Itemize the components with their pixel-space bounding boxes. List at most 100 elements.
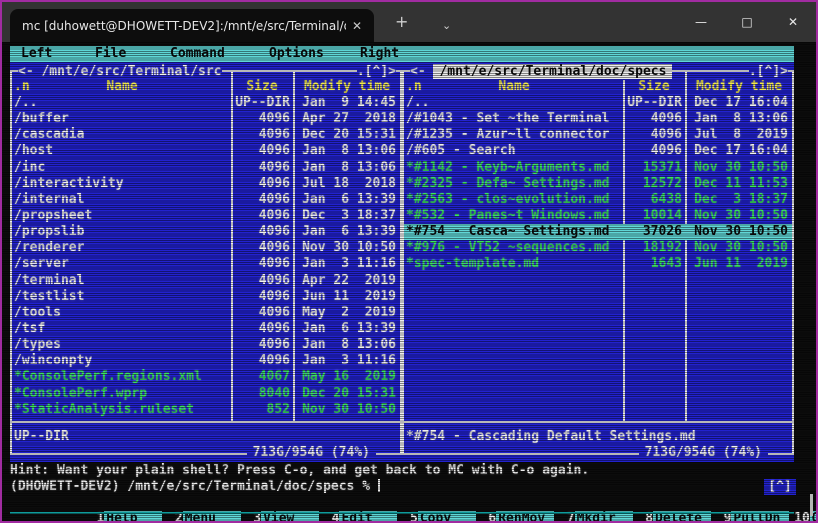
- file-row[interactable]: /cascadia 4096 Dec 20 15:31: [12, 127, 400, 143]
- function-key-button[interactable]: 5 Copy: [324, 495, 476, 521]
- file-row[interactable]: /tsf 4096 Jan 6 13:39: [12, 321, 400, 337]
- left-panel-header[interactable]: <- /mnt/e/src/Terminal/src: [18, 64, 222, 80]
- column-header-name[interactable]: Name: [404, 79, 624, 95]
- right-panel-header[interactable]: <- /mnt/e/src/Terminal/doc/specs: [410, 64, 673, 80]
- file-size: 4096: [258, 272, 290, 288]
- file-row[interactable]: /#1235 - Azur~ll connector 4096 Jul 8 20…: [404, 127, 792, 143]
- function-key-button[interactable]: 8 Delete: [559, 495, 712, 521]
- file-mtime: Jan 8 13:06: [694, 111, 788, 127]
- file-mtime: Dec 17 16:04: [694, 143, 788, 159]
- prompt-text: (DHOWETT-DEV2) /mnt/e/src/Terminal/doc/s…: [10, 479, 378, 494]
- file-row[interactable]: /#605 - Search 4096 Dec 17 16:04: [404, 143, 792, 159]
- function-key-button[interactable]: 6 RenMov: [402, 495, 555, 521]
- file-name: /renderer: [14, 240, 85, 256]
- left-panel-status: UP--DIR: [14, 429, 69, 444]
- close-button[interactable]: ✕: [770, 2, 816, 42]
- file-size: 4096: [258, 320, 290, 336]
- panel-back-arrow[interactable]: <-: [410, 64, 433, 79]
- hint-line: Hint: Want your plain shell? Press C-o, …: [10, 463, 590, 478]
- menu-item[interactable]: Left: [21, 46, 52, 62]
- maximize-button[interactable]: □: [724, 2, 770, 42]
- new-tab-button[interactable]: +: [395, 12, 408, 32]
- file-mtime: Apr 22 2019: [302, 272, 396, 288]
- file-name: /..: [406, 95, 430, 110]
- terminal-window: mc [duhowett@DHOWETT-DEV2]:/mnt/e/src/Te…: [0, 0, 818, 523]
- file-mtime: Dec 3 18:37: [302, 207, 396, 223]
- file-row[interactable]: /host 4096 Jan 8 13:06: [12, 143, 400, 159]
- file-row[interactable]: /internal 4096 Jan 6 13:39: [12, 192, 400, 208]
- file-row[interactable]: /testlist 4096 Jun 11 2019: [12, 289, 400, 305]
- file-row[interactable]: *spec-template.md 1643 Jun 11 2019: [404, 256, 792, 272]
- file-row[interactable]: /buffer 4096 Apr 27 2018: [12, 111, 400, 127]
- function-key-button[interactable]: 3 View: [167, 495, 320, 521]
- menu-item[interactable]: Command: [170, 46, 225, 62]
- bottom-accent-line: [10, 512, 794, 514]
- function-key-button[interactable]: 7 Mkdir: [480, 495, 633, 521]
- file-row[interactable]: /winconpty 4096 Jan 3 11:16: [12, 353, 400, 369]
- file-size: 1643: [650, 256, 682, 272]
- file-mtime: Jan 6 13:39: [302, 224, 396, 240]
- minimize-button[interactable]: —: [678, 2, 724, 42]
- menu-item[interactable]: Options: [269, 46, 324, 62]
- shell-prompt[interactable]: (DHOWETT-DEV2) /mnt/e/src/Terminal/doc/s…: [10, 479, 380, 495]
- right-panel-header-controls[interactable]: .[^]>: [748, 64, 788, 80]
- file-row[interactable]: /propsheet 4096 Dec 3 18:37: [12, 208, 400, 224]
- scrollbar-thumb[interactable]: [810, 494, 813, 516]
- left-disk-usage: 713G/954G (74%): [246, 444, 376, 461]
- file-row[interactable]: *#532 - Panes~t Windows.md 10014 Nov 30 …: [404, 208, 792, 224]
- left-panel-header-controls[interactable]: .[^]>: [356, 64, 396, 80]
- column-header-mtime[interactable]: Modify time: [686, 79, 792, 95]
- terminal-tab[interactable]: mc [duhowett@DHOWETT-DEV2]:/mnt/e/src/Te…: [10, 9, 374, 42]
- left-panel: <- /mnt/e/src/Terminal/src .[^]> .n Name…: [10, 64, 402, 461]
- file-row[interactable]: /terminal 4096 Apr 22 2019: [12, 273, 400, 289]
- file-mtime: Jan 6 13:39: [302, 320, 396, 336]
- column-header-size[interactable]: Size: [624, 79, 684, 95]
- file-row[interactable]: *StaticAnalysis.ruleset 852 Nov 30 10:50: [12, 402, 400, 418]
- file-mtime: Jul 18 2018: [302, 175, 396, 191]
- tab-dropdown-icon[interactable]: ⌄: [442, 16, 451, 36]
- panel-back-arrow[interactable]: <-: [18, 64, 41, 79]
- function-key-button[interactable]: 1 Help: [10, 495, 163, 521]
- file-row[interactable]: /types 4096 Jan 8 13:06: [12, 337, 400, 353]
- file-row[interactable]: /interactivity 4096 Jul 18 2018: [12, 176, 400, 192]
- file-name: /interactivity: [14, 175, 124, 191]
- file-row[interactable]: *#1142 - Keyb~Arguments.md 15371 Nov 30 …: [404, 160, 792, 176]
- file-name: /terminal: [14, 272, 85, 288]
- file-mtime: Jan 8 13:06: [302, 337, 396, 353]
- panel-status-divider: [404, 421, 792, 423]
- function-key-button[interactable]: 10Quit: [716, 495, 816, 521]
- column-header-name[interactable]: Name: [12, 79, 232, 95]
- file-row[interactable]: /#1043 - Set ~the Terminal 4096 Jan 8 13…: [404, 111, 792, 127]
- column-header-size[interactable]: Size: [232, 79, 292, 95]
- file-row[interactable]: /.. UP--DIR Jan 9 14:45: [12, 95, 400, 111]
- left-panel-path[interactable]: /mnt/e/src/Terminal/src: [41, 64, 221, 79]
- function-key-button[interactable]: 4 Edit: [245, 495, 398, 521]
- file-row[interactable]: /propslib 4096 Jan 6 13:39: [12, 224, 400, 240]
- file-name: *StaticAnalysis.ruleset: [14, 401, 195, 417]
- function-key-button[interactable]: 9 PullDn: [637, 495, 790, 521]
- file-size: 4096: [258, 175, 290, 191]
- file-row[interactable]: /renderer 4096 Nov 30 10:50: [12, 240, 400, 256]
- right-panel-path[interactable]: /mnt/e/src/Terminal/doc/specs: [433, 64, 673, 79]
- menu-item[interactable]: Right: [360, 46, 399, 62]
- file-size: 8040: [258, 385, 290, 401]
- file-row[interactable]: *#2325 - Defa~ Settings.md 12572 Dec 11 …: [404, 176, 792, 192]
- file-row[interactable]: /tools 4096 May 2 2019: [12, 305, 400, 321]
- function-key-button[interactable]: 2 Menu: [88, 495, 241, 521]
- file-row[interactable]: *#976 - VT52 ~sequences.md 18192 Nov 30 …: [404, 240, 792, 256]
- file-row[interactable]: /inc 4096 Jan 8 13:06: [12, 160, 400, 176]
- file-row[interactable]: /server 4096 Jan 3 11:16: [12, 256, 400, 272]
- tab-close-icon[interactable]: ✕: [352, 19, 362, 33]
- file-mtime: Jun 11 2019: [302, 288, 396, 304]
- file-size: 4096: [258, 159, 290, 175]
- file-row[interactable]: *ConsolePerf.regions.xml 4067 May 16 201…: [12, 369, 400, 385]
- panel-toggle-indicator[interactable]: [^]: [764, 479, 796, 496]
- file-mtime: Jan 3 11:16: [302, 256, 396, 272]
- file-row[interactable]: *#754 - Casca~ Settings.md 37026 Nov 30 …: [404, 224, 792, 241]
- menu-item[interactable]: File: [95, 46, 126, 62]
- file-row[interactable]: /.. UP--DIR Dec 17 16:04: [404, 95, 792, 111]
- right-column-headers: .n Name Size Modify time: [404, 79, 792, 95]
- column-header-mtime[interactable]: Modify time: [294, 79, 400, 95]
- file-row[interactable]: *ConsolePerf.wprp 8040 Dec 20 15:31: [12, 386, 400, 402]
- file-row[interactable]: *#2563 - clos~evolution.md 6438 Dec 3 18…: [404, 192, 792, 208]
